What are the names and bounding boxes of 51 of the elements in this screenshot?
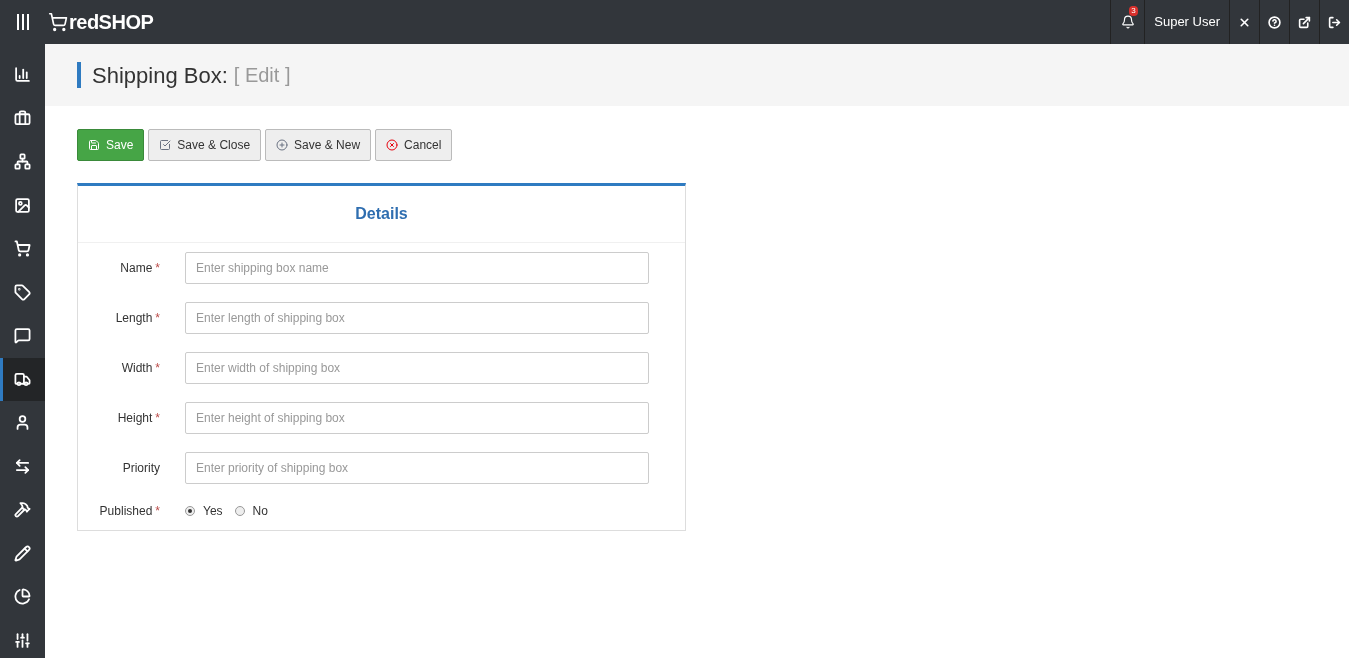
help-icon [1268,15,1281,29]
checkbox-icon [159,139,172,151]
field-label: Width [121,360,153,377]
sliders-icon [14,631,31,649]
field-label: Published [99,503,153,520]
field-label: Priority [122,460,160,477]
plus-circle-icon [276,139,289,151]
input-field[interactable]: Enter width of shipping box [185,352,649,384]
briefcase-icon [14,109,31,127]
radio-button[interactable] [185,506,195,516]
truck-icon [14,370,31,388]
input-field[interactable]: Enter length of shipping box [185,302,649,334]
pencil-icon [14,544,31,562]
input-field[interactable]: Enter priority of shipping box [185,452,649,484]
hammer-icon [14,501,31,519]
external-link-icon [1298,15,1311,29]
field-label: Length [115,310,153,327]
speech-bubble-icon [14,327,31,345]
user-icon [14,414,31,432]
cart-icon [14,240,31,258]
field-label: Height [117,410,153,427]
hierarchy-icon [14,153,31,171]
arrows-icon [14,457,31,475]
toolbar-button[interactable]: Save & Close [148,129,262,161]
cancel-icon [386,139,399,151]
radio-button[interactable] [234,506,245,516]
sidebar-item[interactable] [0,357,45,401]
card-title: Details [355,204,408,224]
tag-icon [14,283,31,301]
logo: redSHOP [69,10,154,35]
input-field[interactable]: Enter shipping box name [185,252,649,284]
cart-logo-icon [48,12,68,32]
toolbar-button[interactable]: Save & New [265,129,372,161]
required-mark: * [155,503,160,520]
required-mark: * [155,310,160,327]
radio-option[interactable]: Yes [185,502,223,520]
toolbar-button[interactable]: Cancel [375,129,453,161]
input-field[interactable]: Enter height of shipping box [185,402,649,434]
bell-icon [1120,15,1135,29]
required-mark: * [155,360,160,377]
field-label: Name [120,260,153,277]
image-icon [14,196,31,214]
notification-badge: 3 [1129,6,1138,16]
required-mark: * [155,410,160,427]
logout-icon [1328,15,1341,29]
radio-option[interactable]: No [234,502,268,520]
required-mark: * [155,260,160,277]
page-subtitle: [ Edit ] [233,63,291,88]
bar-chart-icon [14,66,31,84]
pie-chart-icon [14,588,31,606]
page-title: Shipping Box: [92,61,228,90]
